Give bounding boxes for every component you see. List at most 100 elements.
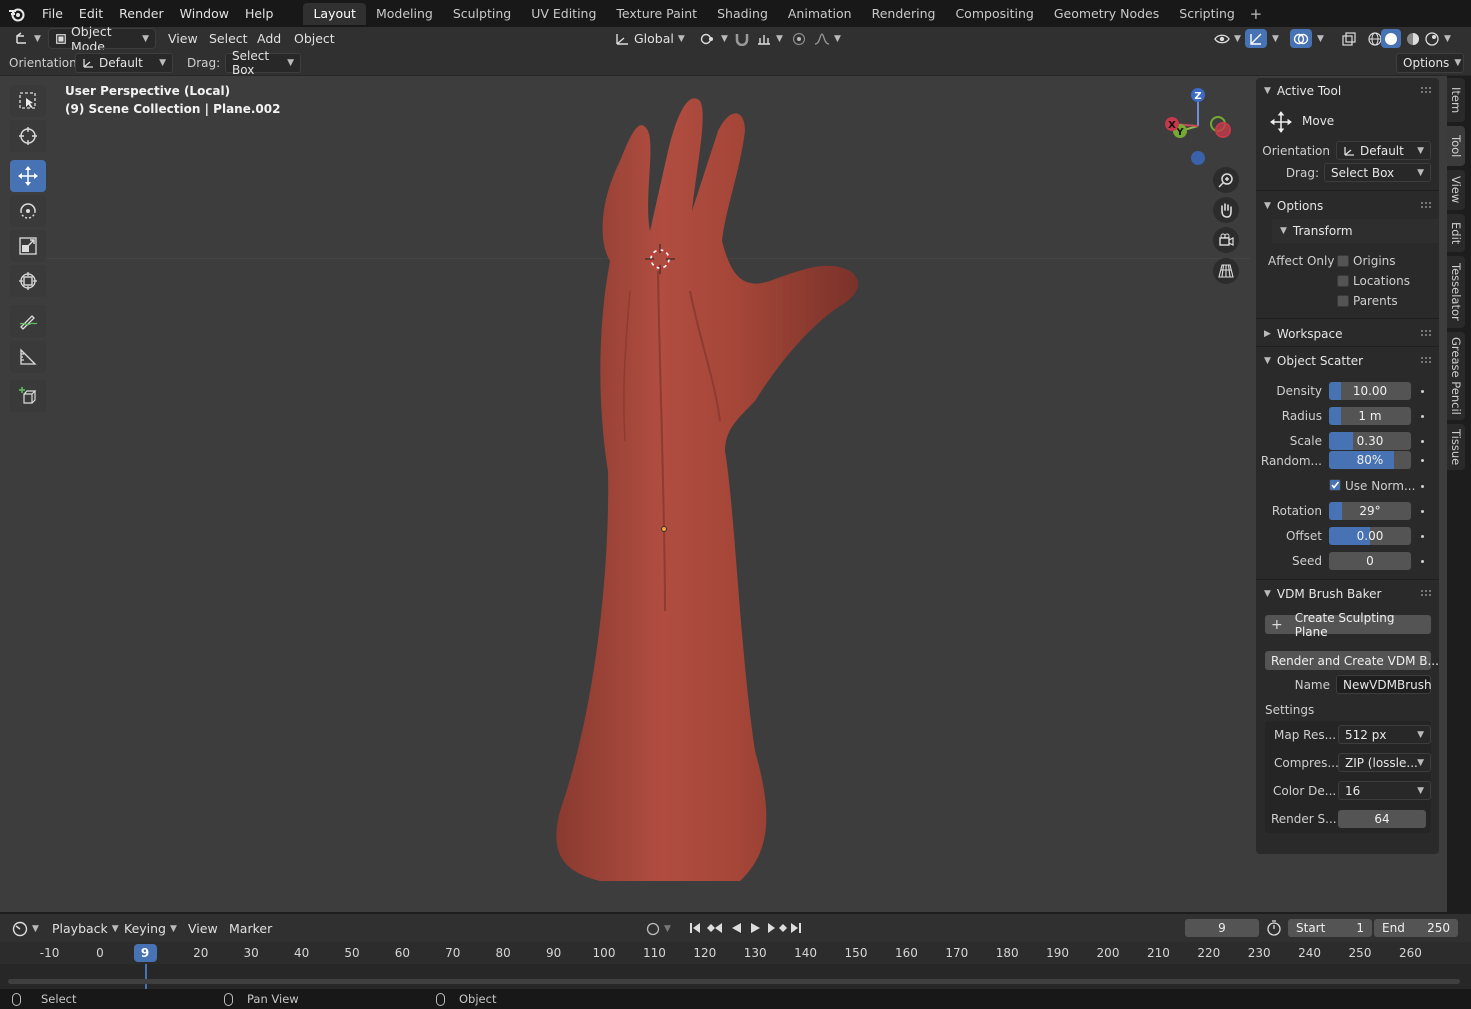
transform-subpanel-header[interactable]: ▼ Transform [1272,219,1439,243]
render-create-vdm-button[interactable]: Render and Create VDM B... [1265,651,1439,670]
xray-toggle[interactable] [1336,28,1362,49]
tab-modeling[interactable]: Modeling [366,3,443,25]
perspective-toggle-button[interactable] [1213,258,1239,284]
menu-view[interactable]: View [162,28,204,49]
visibility-dropdown[interactable]: ▼ [1208,28,1247,49]
radius-field[interactable]: 1 m [1329,407,1411,425]
rotate-tool[interactable] [10,195,46,227]
sidebar-tab-item[interactable]: Item [1447,78,1465,122]
marker-menu[interactable]: Marker [223,918,278,939]
tab-scripting[interactable]: Scripting [1169,3,1245,25]
menu-file[interactable]: File [34,0,71,27]
hand-model[interactable] [540,91,880,881]
start-frame-field[interactable]: Start 1 [1288,919,1372,937]
pan-button[interactable] [1213,197,1239,223]
move-tool[interactable] [10,160,46,192]
menu-object[interactable]: Object [288,28,341,49]
overlays-dropdown[interactable]: ▼ [1311,28,1330,49]
cursor-tool[interactable] [10,120,46,152]
sidebar-tab-tesselator[interactable]: Tesselator [1447,256,1465,328]
menu-add[interactable]: Add [251,28,287,49]
tab-texture-paint[interactable]: Texture Paint [606,3,707,25]
proportional-falloff-dropdown[interactable]: ▼ [808,28,847,49]
object-mode-dropdown[interactable]: Object Mode ▼ [48,24,156,54]
keyframe-dot-icon[interactable] [1421,510,1424,513]
add-workspace-button[interactable]: + [1245,5,1267,23]
random-field[interactable]: 80% [1329,451,1411,469]
drag-grip-icon[interactable] [1421,202,1431,208]
drag-grip-icon[interactable] [1421,87,1431,93]
timeline-body[interactable]: -10 0 20 30 40 50 60 70 80 90 100 110 120 130 140 150 16… [0,942,1471,989]
scale-field[interactable]: 0.30 [1329,432,1411,450]
annotate-tool[interactable] [10,305,46,337]
auto-keying-toggle[interactable]: ▼ [640,918,677,939]
jump-to-keyframe-back-icon[interactable] [707,923,722,933]
jump-to-keyframe-forward-icon[interactable] [768,923,787,933]
shading-dropdown[interactable]: ▼ [1438,28,1457,49]
offset-field[interactable]: 0.00 [1329,527,1411,545]
keyframe-dot-icon[interactable] [1421,535,1424,538]
drag-grip-icon[interactable] [1421,330,1431,336]
map-resolution-dropdown[interactable]: 512 px ▼ [1338,725,1431,744]
navigation-gizmo[interactable]: Z Y X [1160,84,1240,166]
transform-tool[interactable] [10,265,46,297]
tab-animation[interactable]: Animation [778,3,862,25]
color-depth-dropdown[interactable]: 16 ▼ [1338,781,1431,800]
sidebar-tab-edit[interactable]: Edit [1447,214,1465,252]
overlays-toggle[interactable] [1290,29,1312,48]
editor-type-button[interactable]: ▼ [8,28,47,49]
menu-select[interactable]: Select [203,28,254,49]
drag-grip-icon[interactable] [1421,590,1431,596]
sidebar-tab-view[interactable]: View [1447,170,1465,210]
sidebar-tab-tissue[interactable]: Tissue [1447,424,1465,470]
parents-checkbox[interactable] [1337,295,1349,307]
timeline-view-menu[interactable]: View [182,918,224,939]
solid-shading-button[interactable] [1381,29,1401,48]
keyframe-dot-icon[interactable] [1421,390,1424,393]
density-field[interactable]: 10.00 [1329,382,1411,400]
drag-dropdown[interactable]: Select Box ▼ [1324,163,1431,182]
active-tool-panel-header[interactable]: ▼ Active Tool [1256,79,1439,103]
keyframe-dot-icon[interactable] [1421,560,1424,563]
jump-to-start-icon[interactable] [690,923,700,933]
brush-name-input[interactable]: NewVDMBrush [1336,675,1432,694]
measure-tool[interactable] [10,341,46,373]
gizmo-dropdown[interactable]: ▼ [1266,28,1285,49]
keyframe-dot-icon[interactable] [1421,415,1424,418]
add-cube-tool[interactable] [10,380,46,412]
drag-grip-icon[interactable] [1421,357,1431,363]
tab-compositing[interactable]: Compositing [945,3,1043,25]
tab-rendering[interactable]: Rendering [862,3,946,25]
use-normal-checkbox[interactable] [1329,479,1341,491]
origins-checkbox[interactable] [1337,255,1349,267]
snap-target-dropdown[interactable]: ▼ [750,28,789,49]
tab-uv-editing[interactable]: UV Editing [521,3,606,25]
render-samples-field[interactable]: 64 [1338,810,1426,828]
tab-sculpting[interactable]: Sculpting [443,3,521,25]
locations-checkbox[interactable] [1337,275,1349,287]
keyframe-dot-icon[interactable] [1421,440,1424,443]
workspace-panel-header[interactable]: ▶ Workspace [1256,322,1439,346]
options-panel-header[interactable]: ▼ Options [1256,194,1439,218]
play-icon[interactable] [751,923,760,933]
compression-dropdown[interactable]: ZIP (lossle... ▼ [1338,753,1431,772]
zoom-button[interactable] [1213,167,1239,193]
play-reverse-icon[interactable] [732,923,741,933]
current-frame-field[interactable]: 9 [1185,919,1259,937]
camera-view-button[interactable] [1213,227,1239,253]
drag-dropdown[interactable]: Select Box ▼ [225,49,301,77]
preview-range-toggle[interactable] [1266,920,1284,938]
tab-geometry-nodes[interactable]: Geometry Nodes [1044,3,1169,25]
sidebar-tab-grease-pencil[interactable]: Grease Pencil [1447,332,1465,420]
tab-layout[interactable]: Layout [303,2,366,25]
end-frame-field[interactable]: End 250 [1374,919,1458,937]
menu-help[interactable]: Help [237,0,282,27]
orientation-dropdown[interactable]: Default ▼ [75,53,173,73]
gizmo-toggle[interactable] [1245,29,1267,48]
vdm-brush-baker-panel-header[interactable]: ▼ VDM Brush Baker [1256,582,1439,606]
timeline-editor-type-button[interactable]: ▼ [6,918,45,939]
keyframe-dot-icon[interactable] [1421,459,1424,462]
blender-logo-icon[interactable] [0,0,34,27]
playback-menu[interactable]: Playback ▼ [46,918,125,939]
select-box-tool[interactable] [10,85,46,117]
